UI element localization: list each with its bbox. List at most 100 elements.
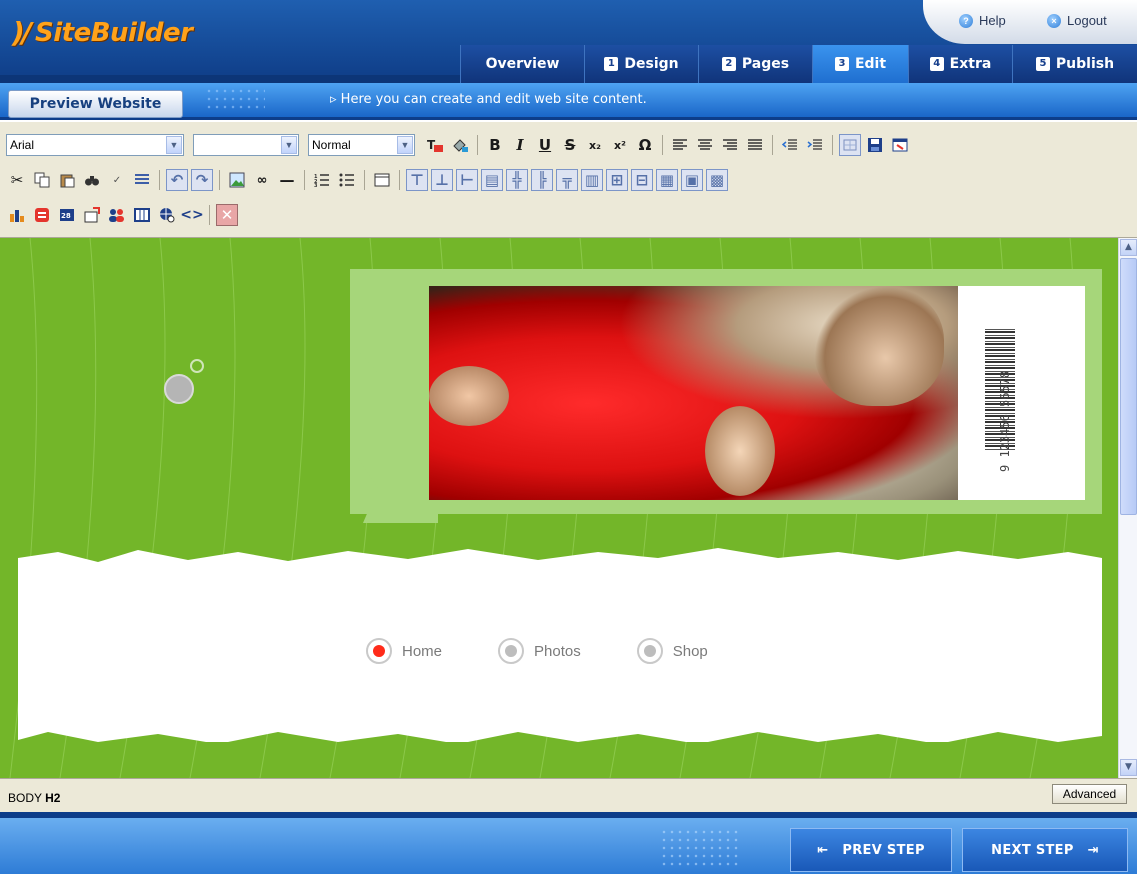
table-split-cell-icon[interactable]: ╬ [506,169,528,191]
align-center-icon[interactable] [694,134,716,156]
editor-toolbar: Arial ▼ ▼ Normal ▼ T B I U S x₂ x² Ω ✂ ✓… [0,122,1137,238]
table-column-icon[interactable]: ▥ [581,169,603,191]
web-globe-icon[interactable] [156,204,178,226]
toolbar-divider [477,135,478,155]
tab-label: Pages [741,56,790,72]
scroll-up-icon[interactable]: ▲ [1120,239,1137,256]
toolbar-divider [772,135,773,155]
path-tag[interactable]: H2 [45,791,60,805]
html-code-icon[interactable]: <> [180,204,203,226]
table-delete-cell-icon[interactable]: ⊟ [631,169,653,191]
radio-dot [373,645,385,657]
banner-photo[interactable] [429,286,959,500]
next-arrow-icon: ⇥ [1087,842,1099,858]
counter-icon[interactable]: 28 [56,204,78,226]
app-window: )/ SiteBuilder ? Help × Logout Overview … [0,0,1137,874]
align-justify-icon[interactable] [744,134,766,156]
copy-icon[interactable] [31,169,53,191]
toolbar-divider [219,170,220,190]
table-properties-icon[interactable]: ▦ [656,169,678,191]
table-insert-row-above-icon[interactable]: ⊤ [406,169,428,191]
status-bar: BODY H2 Advanced [0,778,1137,812]
table-insert-row-below-icon[interactable]: ⊥ [431,169,453,191]
indent-icon[interactable] [804,134,826,156]
tab-design[interactable]: 1 Design [584,45,698,83]
paste-icon[interactable] [56,169,78,191]
replace-icon[interactable] [131,169,153,191]
cut-icon[interactable]: ✂ [6,169,28,191]
radio-icon [636,638,663,664]
insert-link-icon[interactable]: ∞ [251,169,273,191]
table-merge-down-icon[interactable]: ╦ [556,169,578,191]
scroll-down-icon[interactable]: ▼ [1120,759,1137,776]
decorative-ring [190,359,204,373]
next-step-button[interactable]: NEXT STEP ⇥ [962,828,1128,872]
radio-icon [498,638,525,664]
insert-table-icon[interactable] [371,169,393,191]
prev-step-button[interactable]: ⇤ PREV STEP [790,828,952,872]
path-body[interactable]: BODY [8,791,42,805]
table-insert-cell-icon[interactable]: ⊞ [606,169,628,191]
form-icon[interactable] [81,204,103,226]
nav-label: Photos [534,642,581,660]
strikethrough-icon[interactable]: S [559,134,581,156]
svg-text:3: 3 [314,183,318,187]
undo-icon[interactable]: ↶ [166,169,188,191]
outdent-icon[interactable] [779,134,801,156]
subscript-icon[interactable]: x₂ [584,134,606,156]
highlight-color-icon[interactable] [449,134,471,156]
table-merge-right-icon[interactable]: ╠ [531,169,553,191]
show-borders-icon[interactable] [839,134,861,156]
step-number-icon: 4 [929,57,944,71]
delete-block-icon[interactable]: ✕ [216,204,238,226]
spellcheck-icon[interactable]: ✓ [106,169,128,191]
paragraph-style-select[interactable]: Normal ▼ [308,134,415,156]
preview-window-icon[interactable] [889,134,911,156]
text-color-icon[interactable]: T [424,134,446,156]
align-right-icon[interactable] [719,134,741,156]
table-delete-row-icon[interactable]: ▤ [481,169,503,191]
tab-publish[interactable]: 5 Publish [1012,45,1137,83]
underline-icon[interactable]: U [534,134,556,156]
chevron-down-icon: ▼ [281,136,297,154]
vertical-scrollbar[interactable]: ▲ ▼ [1118,238,1137,778]
svg-text:28: 28 [61,212,71,220]
font-size-select[interactable]: ▼ [193,134,299,156]
scroll-thumb[interactable] [1120,258,1137,515]
italic-icon[interactable]: I [509,134,531,156]
tab-extra[interactable]: 4 Extra [908,45,1012,83]
table-grid-icon[interactable]: ▩ [706,169,728,191]
step-number-icon: 5 [1035,57,1050,71]
chart-icon[interactable] [6,204,28,226]
preview-website-button[interactable]: Preview Website [8,90,183,118]
users-icon[interactable] [106,204,128,226]
save-icon[interactable] [864,134,886,156]
help-link[interactable]: ? Help [959,13,1006,28]
logout-link[interactable]: × Logout [1047,13,1107,28]
bullet-list-icon[interactable] [336,169,358,191]
nav-item-photos[interactable]: Photos [498,638,581,664]
photo-detail [705,406,775,496]
redo-icon[interactable]: ↷ [191,169,213,191]
advanced-button[interactable]: Advanced [1052,784,1127,804]
table-insert-column-icon[interactable]: ⊢ [456,169,478,191]
align-left-icon[interactable] [669,134,691,156]
nav-item-home[interactable]: Home [366,638,442,664]
numbered-list-icon[interactable]: 123 [311,169,333,191]
superscript-icon[interactable]: x² [609,134,631,156]
horizontal-rule-icon[interactable]: — [276,169,298,191]
cell-properties-icon[interactable]: ▣ [681,169,703,191]
blog-icon[interactable] [31,204,53,226]
nav-item-shop[interactable]: Shop [636,638,708,664]
module-icon[interactable] [131,204,153,226]
find-icon[interactable] [81,169,103,191]
element-path: BODY H2 [8,791,60,805]
barcode-number: 9 123456 56578 [998,370,1012,472]
tab-pages[interactable]: 2 Pages [698,45,812,83]
insert-image-icon[interactable] [226,169,248,191]
bold-icon[interactable]: B [484,134,506,156]
tab-edit[interactable]: 3 Edit [812,45,908,83]
tab-overview[interactable]: Overview [460,45,584,83]
font-family-select[interactable]: Arial ▼ [6,134,184,156]
special-character-icon[interactable]: Ω [634,134,656,156]
